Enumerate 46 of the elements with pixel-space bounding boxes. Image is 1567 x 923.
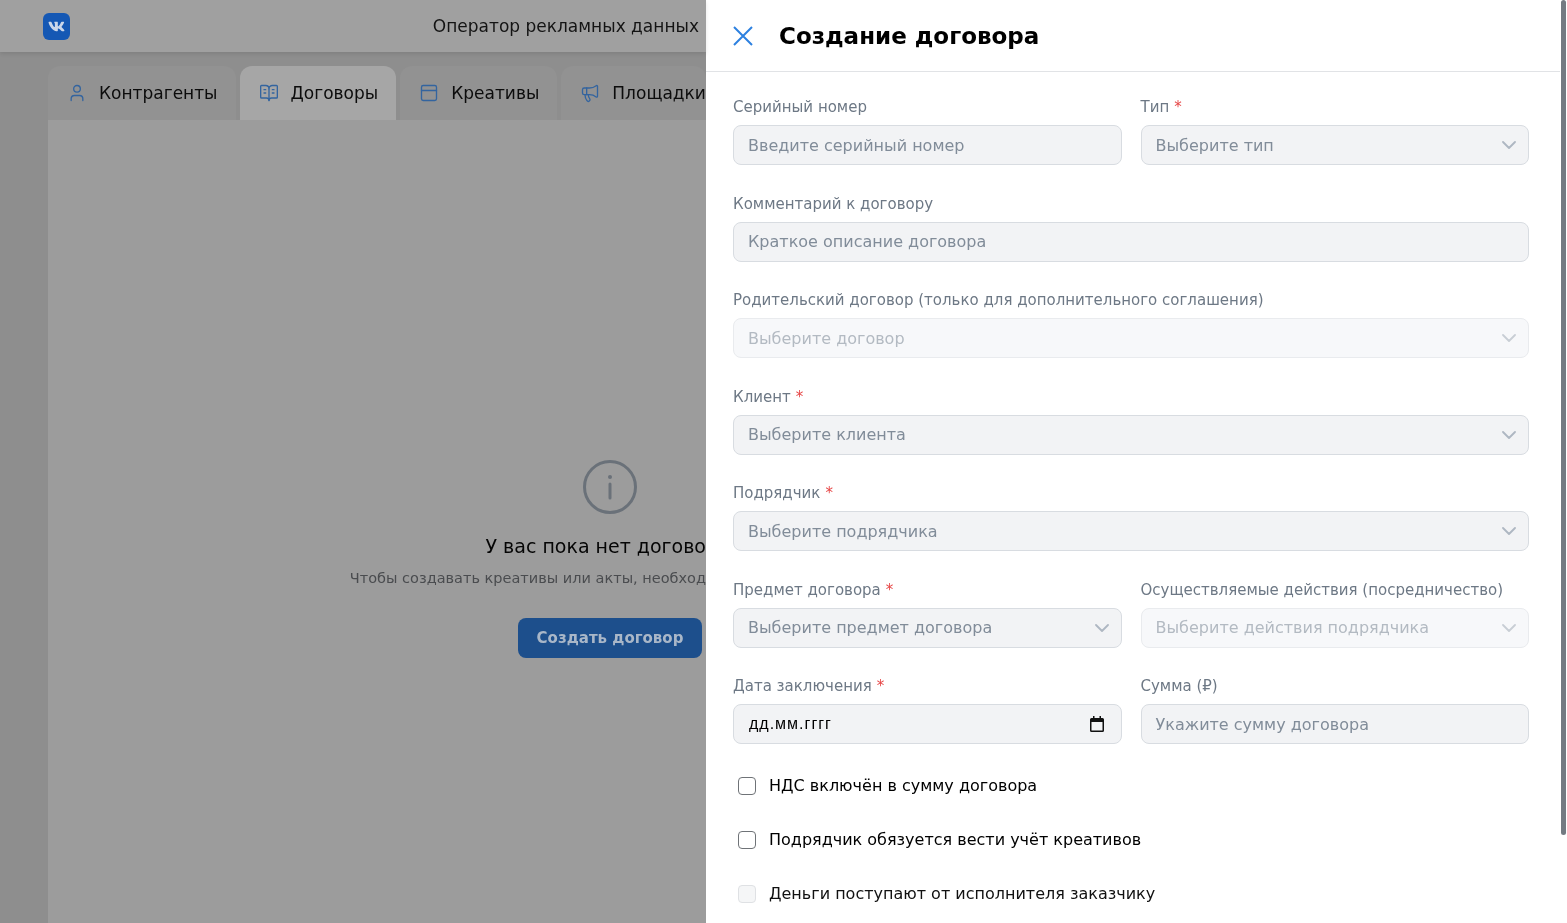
field-label: Серийный номер bbox=[733, 97, 868, 117]
field-label: Тип * bbox=[1140, 97, 1183, 117]
checkbox-label: НДС включён в сумму договора bbox=[769, 774, 1038, 797]
chevron-down-icon bbox=[1502, 334, 1516, 342]
dropdown-field[interactable]: Выберите предмет договора bbox=[733, 607, 1122, 648]
tab[interactable]: Площадки bbox=[561, 66, 706, 120]
chevron-down-icon bbox=[1502, 623, 1516, 632]
empty-state-text: Чтобы создавать креативы или акты, необход bbox=[349, 569, 706, 588]
create-contract-button[interactable]: Создать договор bbox=[518, 618, 702, 658]
logo-icon[interactable] bbox=[43, 12, 70, 40]
field-label: Предмет договора * bbox=[733, 579, 895, 600]
drawer-title: Создание договора bbox=[779, 22, 1040, 49]
dropdown-field[interactable]: Выберите подрядчика bbox=[733, 511, 1529, 551]
empty-state-title: У вас пока нет догово bbox=[485, 534, 706, 558]
field-label: Дата заключения * bbox=[733, 676, 886, 696]
field-label: Подрядчик * bbox=[733, 483, 834, 503]
chevron-down-icon bbox=[1502, 141, 1516, 149]
chevron-down-icon bbox=[1502, 430, 1516, 439]
checkbox[interactable] bbox=[738, 830, 756, 849]
input-field[interactable]: Укажите сумму договора bbox=[1140, 704, 1529, 744]
tab[interactable]: Креативы bbox=[400, 66, 558, 120]
dropdown-field[interactable]: Выберите клиента bbox=[733, 414, 1529, 455]
tab[interactable]: Контрагенты bbox=[48, 66, 236, 120]
open-book-icon bbox=[258, 83, 279, 103]
chevron-down-icon bbox=[1094, 623, 1109, 632]
field-label: Сумма (₽) bbox=[1140, 676, 1219, 696]
scrollbar-thumb[interactable] bbox=[1561, 0, 1566, 835]
close-icon[interactable] bbox=[733, 25, 753, 46]
info-icon bbox=[583, 460, 637, 514]
dropdown-field[interactable]: Выберите тип bbox=[1140, 125, 1529, 165]
field-label: Осуществляемые действия (посредничество) bbox=[1140, 579, 1505, 600]
input-field[interactable]: Введите серийный номер bbox=[733, 125, 1122, 165]
app-title: Оператор рекламных данных bbox=[432, 16, 699, 36]
checkbox[interactable] bbox=[738, 776, 756, 795]
megaphone-icon bbox=[580, 83, 601, 103]
field-label: Родительский договор (только для дополнительного соглашения) bbox=[733, 290, 1265, 310]
checkbox-label: Деньги поступают от исполнителя заказчику bbox=[769, 882, 1156, 905]
field-label: Комментарий к договору bbox=[733, 193, 935, 214]
calendar-icon[interactable] bbox=[1089, 716, 1104, 732]
date-input-field[interactable]: дд.мм.гггг bbox=[733, 704, 1122, 744]
chevron-down-icon bbox=[1502, 527, 1516, 535]
input-field[interactable]: Краткое описание договора bbox=[733, 221, 1529, 262]
panel-icon bbox=[419, 83, 440, 103]
checkbox-label: Подрядчик обязуется вести учёт креативов bbox=[769, 828, 1142, 851]
field-label: Клиент * bbox=[733, 386, 805, 407]
tab[interactable]: Договоры bbox=[239, 66, 397, 120]
